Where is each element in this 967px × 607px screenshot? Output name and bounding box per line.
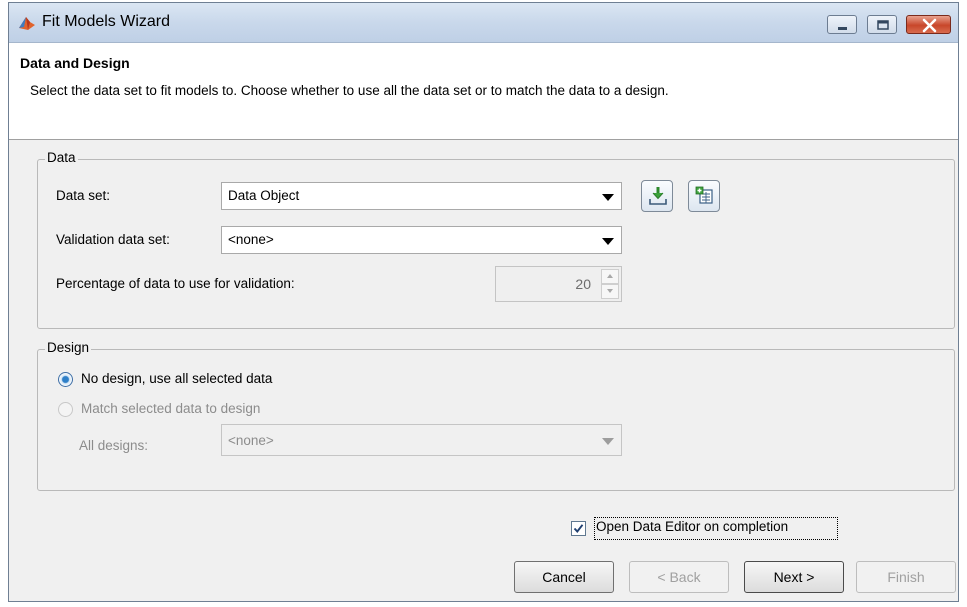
no-design-radio[interactable]	[58, 372, 73, 387]
all-designs-label: All designs:	[79, 438, 149, 453]
data-group-legend: Data	[45, 150, 78, 165]
back-button[interactable]: < Back	[629, 561, 729, 593]
wizard-header: Data and Design Select the data set to f…	[9, 43, 958, 140]
new-data-button[interactable]	[688, 180, 720, 212]
import-data-icon	[649, 187, 667, 205]
next-button[interactable]: Next >	[744, 561, 844, 593]
validation-data-set-dropdown[interactable]: <none>	[221, 226, 622, 254]
data-set-label: Data set:	[56, 188, 111, 203]
maximize-icon	[877, 20, 889, 30]
maximize-button[interactable]	[867, 15, 897, 34]
matlab-icon	[19, 17, 35, 30]
validation-data-set-value: <none>	[228, 232, 274, 247]
window-title: Fit Models Wizard	[42, 13, 171, 30]
open-editor-checkbox[interactable]	[571, 521, 586, 536]
open-editor-label[interactable]: Open Data Editor on completion	[596, 519, 788, 534]
percentage-value: 20	[575, 276, 591, 292]
cancel-button[interactable]: Cancel	[514, 561, 614, 593]
all-designs-dropdown[interactable]: <none>	[221, 424, 622, 456]
minimize-icon	[838, 27, 847, 30]
data-set-dropdown[interactable]: Data Object	[221, 182, 622, 210]
all-designs-value: <none>	[228, 433, 274, 448]
percentage-label: Percentage of data to use for validation…	[56, 276, 295, 291]
finish-button[interactable]: Finish	[856, 561, 956, 593]
chevron-down-icon	[602, 194, 614, 201]
fit-models-wizard-window: Fit Models Wizard Data and Design Select…	[8, 2, 959, 602]
step-title: Data and Design	[20, 55, 130, 71]
step-description: Select the data set to fit models to. Ch…	[30, 83, 669, 98]
percentage-spinner[interactable]: 20	[495, 266, 622, 302]
new-data-icon	[695, 186, 713, 204]
chevron-down-icon	[602, 238, 614, 245]
checkmark-icon	[573, 524, 584, 533]
import-data-button[interactable]	[641, 180, 673, 212]
spinner-down-icon[interactable]	[601, 284, 619, 299]
title-bar: Fit Models Wizard	[9, 3, 958, 43]
validation-data-set-label: Validation data set:	[56, 232, 170, 247]
spinner-up-icon[interactable]	[601, 269, 619, 284]
close-button[interactable]	[906, 15, 951, 34]
match-design-radio[interactable]	[58, 402, 73, 417]
no-design-label[interactable]: No design, use all selected data	[81, 371, 272, 386]
chevron-down-icon	[602, 438, 614, 445]
data-set-value: Data Object	[228, 188, 300, 203]
minimize-button[interactable]	[827, 15, 857, 34]
match-design-label[interactable]: Match selected data to design	[81, 401, 260, 416]
design-group-legend: Design	[45, 340, 92, 355]
close-icon	[922, 18, 937, 33]
